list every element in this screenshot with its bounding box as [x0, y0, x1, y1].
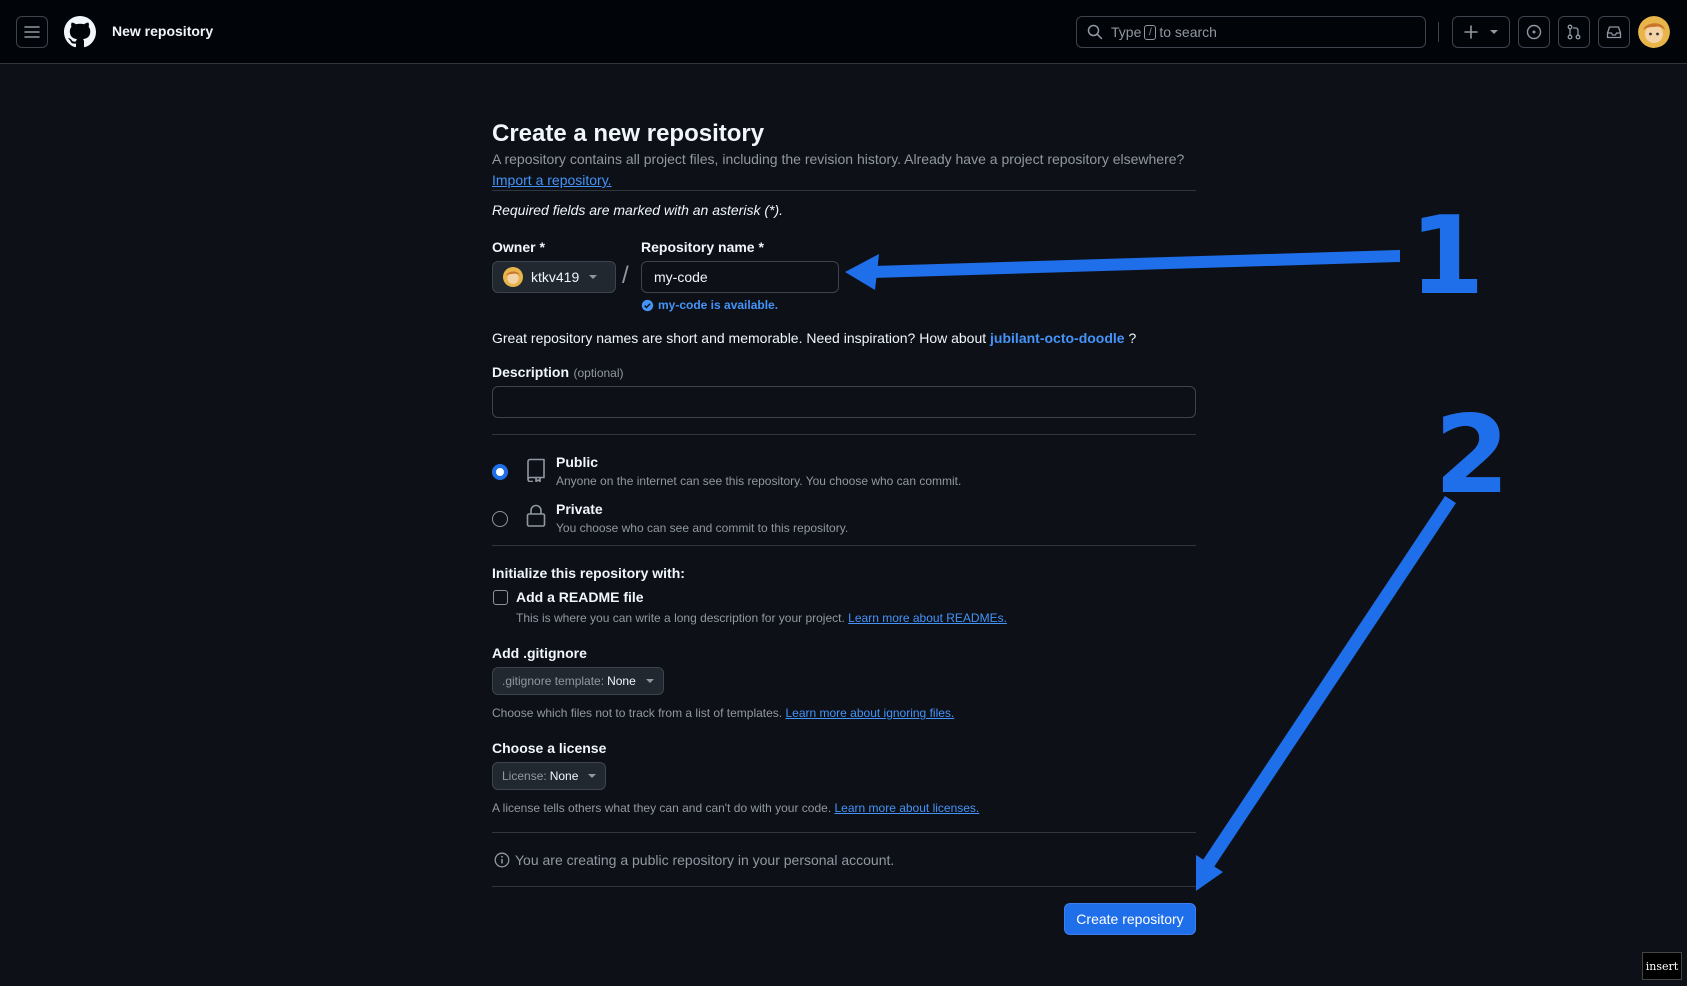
annotation-overlay: 1 2	[845, 194, 1510, 891]
annotation-arrow-2	[1196, 496, 1456, 891]
insert-mode-badge: insert	[1642, 952, 1682, 980]
annotation-number-1: 1	[1409, 194, 1484, 319]
annotation-arrow-1	[845, 250, 1400, 290]
annotation-number-2: 2	[1434, 393, 1509, 518]
